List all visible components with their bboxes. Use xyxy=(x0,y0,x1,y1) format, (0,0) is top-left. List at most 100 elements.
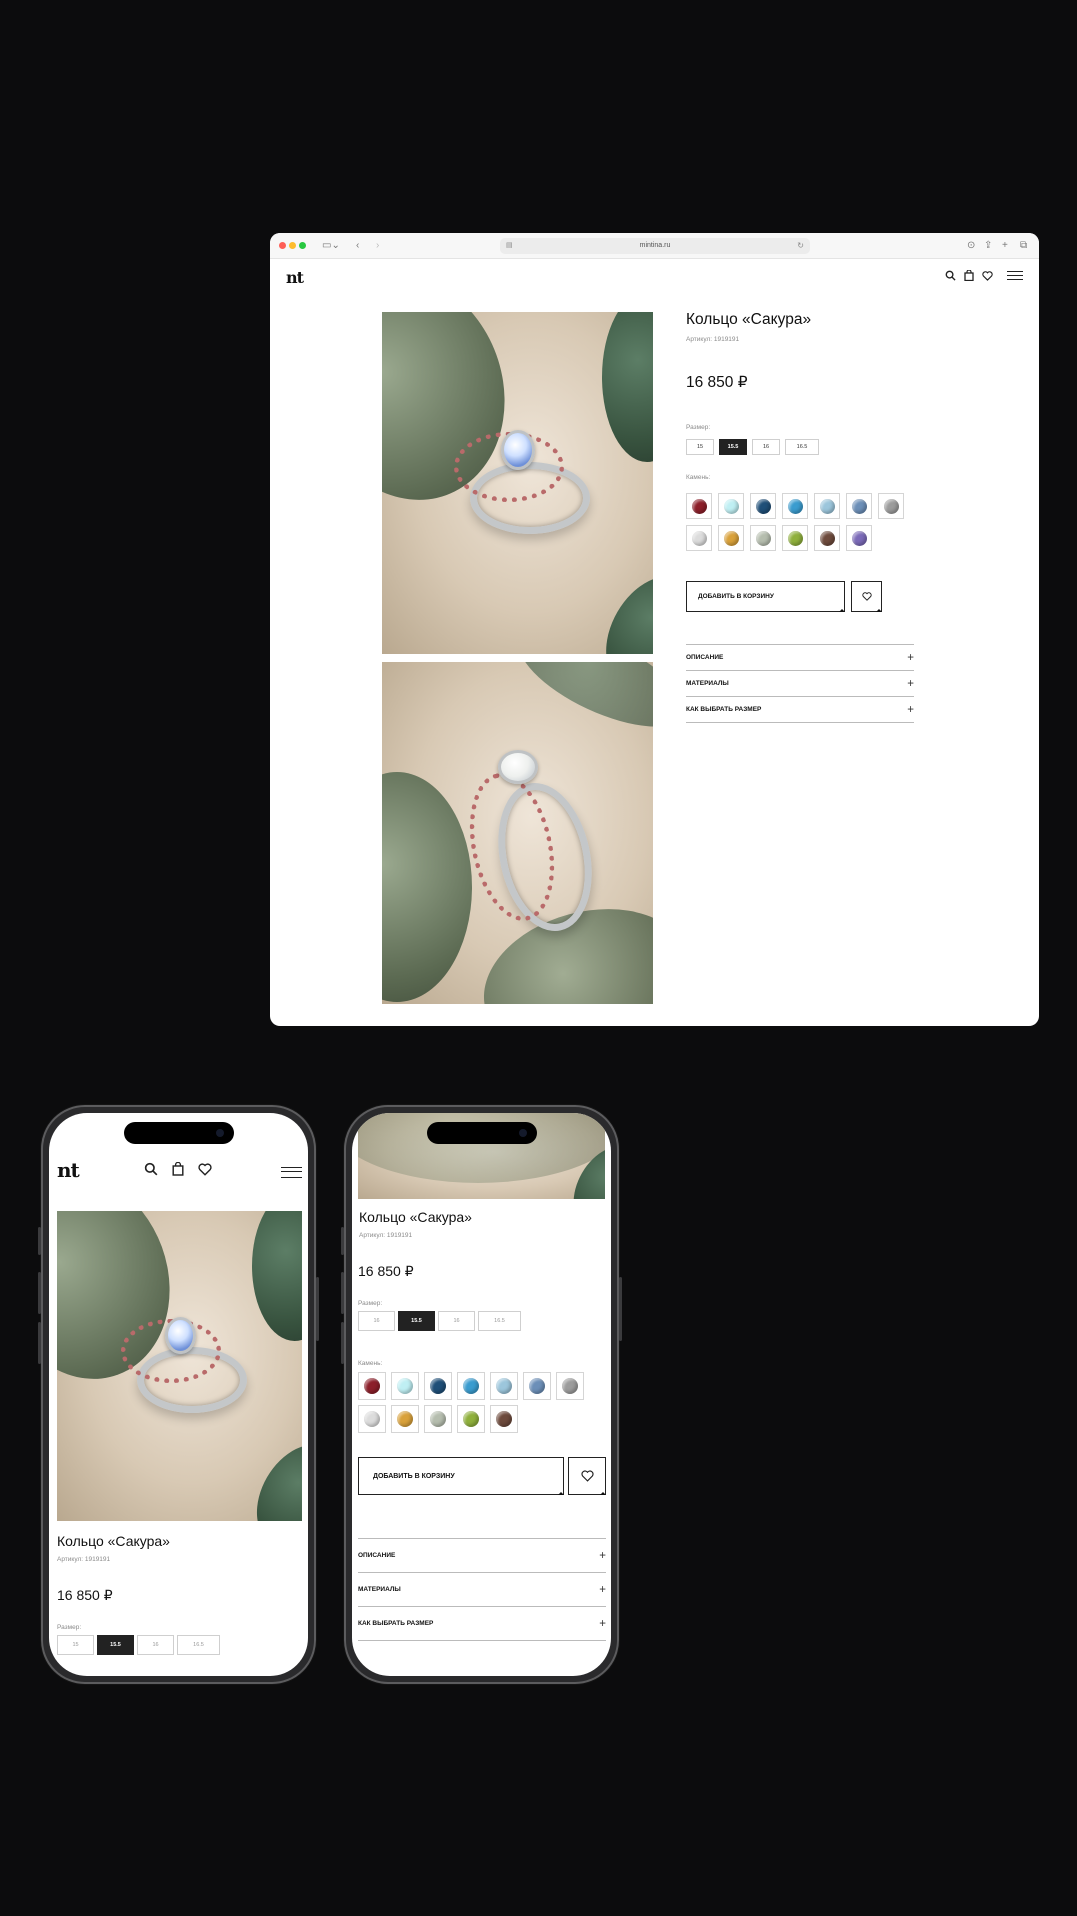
maximize-window-button[interactable] xyxy=(299,242,306,249)
size-option[interactable]: 16 xyxy=(137,1635,174,1655)
size-option[interactable]: 16 xyxy=(752,439,780,455)
accordion-item[interactable]: ОПИСАНИЕ + xyxy=(358,1539,606,1573)
heart-icon[interactable] xyxy=(982,270,993,281)
search-icon[interactable] xyxy=(144,1162,158,1176)
product-photo-2[interactable] xyxy=(382,662,653,1004)
stone-option[interactable] xyxy=(750,525,776,551)
size-option[interactable]: 15.5 xyxy=(719,439,747,455)
add-to-cart-label: ДОБАВИТЬ В КОРЗИНУ xyxy=(698,593,774,600)
gemstone-swatch-icon xyxy=(364,1411,380,1427)
heart-icon[interactable] xyxy=(198,1162,212,1176)
stone-option[interactable] xyxy=(556,1372,584,1400)
site-logo[interactable]: nt xyxy=(286,268,304,287)
plus-icon: + xyxy=(907,703,914,716)
gemstone-swatch-icon xyxy=(851,498,867,514)
stone-option[interactable] xyxy=(523,1372,551,1400)
stone-option[interactable] xyxy=(424,1372,452,1400)
address-bar-url: mintina.ru xyxy=(639,242,671,249)
stone-option[interactable] xyxy=(782,525,808,551)
site-settings-icon[interactable]: ▤ xyxy=(506,238,513,254)
stone-option[interactable] xyxy=(814,493,840,519)
stone-option[interactable] xyxy=(718,493,744,519)
stone-option[interactable] xyxy=(391,1405,419,1433)
phone-side-button xyxy=(341,1227,344,1255)
stone-option[interactable] xyxy=(846,525,872,551)
accordion-item[interactable]: МАТЕРИАЛЫ + xyxy=(358,1573,606,1607)
site-logo[interactable]: nt xyxy=(57,1158,80,1182)
back-arrow-icon[interactable]: ‹ xyxy=(356,239,359,253)
accordion-item[interactable]: МАТЕРИАЛЫ + xyxy=(686,671,914,697)
size-option[interactable]: 16 xyxy=(358,1311,395,1331)
stone-option[interactable] xyxy=(358,1372,386,1400)
stone-option[interactable] xyxy=(490,1405,518,1433)
stone-option[interactable] xyxy=(424,1405,452,1433)
bag-icon[interactable] xyxy=(964,270,974,281)
add-to-favorites-button[interactable] xyxy=(568,1457,606,1495)
stone-option[interactable] xyxy=(457,1372,485,1400)
plus-icon: + xyxy=(599,1583,606,1596)
phone-right-screen: Кольцо «Сакура» Артикул: 1919191 16 850 … xyxy=(352,1113,611,1676)
menu-icon[interactable] xyxy=(1007,271,1023,280)
menu-icon[interactable] xyxy=(281,1167,302,1178)
share-icon[interactable]: ⇪ xyxy=(984,239,992,253)
phone-side-button xyxy=(38,1322,41,1364)
site-header: nt xyxy=(270,259,1039,299)
leaf-image xyxy=(239,1429,302,1521)
stone-option[interactable] xyxy=(878,493,904,519)
size-option[interactable]: 16.5 xyxy=(478,1311,521,1331)
stone-option[interactable] xyxy=(750,493,776,519)
product-photo-1[interactable] xyxy=(57,1211,302,1521)
bag-icon[interactable] xyxy=(172,1162,184,1176)
size-option[interactable]: 15.5 xyxy=(398,1311,435,1331)
phone-left-screen: nt Кольцо «Сакура» Артикул: 1919191 16 8… xyxy=(49,1113,308,1676)
stone-option[interactable] xyxy=(846,493,872,519)
plus-icon: + xyxy=(907,651,914,664)
gemstone-swatch-icon xyxy=(463,1378,479,1394)
product-sku: Артикул: 1919191 xyxy=(57,1556,111,1563)
size-option[interactable]: 16.5 xyxy=(785,439,819,455)
sidebar-toggle-icon[interactable]: ▭⌄ xyxy=(322,239,340,253)
size-option[interactable]: 15.5 xyxy=(97,1635,134,1655)
new-tab-icon[interactable]: + xyxy=(1002,239,1008,253)
reload-icon[interactable]: ↻ xyxy=(797,238,804,254)
gemstone-swatch-icon xyxy=(755,498,771,514)
phone-power-button xyxy=(316,1277,319,1341)
stone-option[interactable] xyxy=(358,1405,386,1433)
product-photo-1[interactable] xyxy=(382,312,653,654)
product-accordion: ОПИСАНИЕ + МАТЕРИАЛЫ + КАК ВЫБРАТЬ РАЗМЕР + xyxy=(358,1538,606,1641)
product-title: Кольцо «Сакура» xyxy=(686,311,812,328)
gemstone-swatch-icon xyxy=(562,1378,578,1394)
stone-option[interactable] xyxy=(686,525,712,551)
size-option[interactable]: 15 xyxy=(57,1635,94,1655)
accordion-item[interactable]: КАК ВЫБРАТЬ РАЗМЕР + xyxy=(686,697,914,723)
accordion-item[interactable]: КАК ВЫБРАТЬ РАЗМЕР + xyxy=(358,1607,606,1641)
stone-option[interactable] xyxy=(718,525,744,551)
gemstone-swatch-icon xyxy=(819,530,835,546)
product-price: 16 850 ₽ xyxy=(57,1587,113,1603)
address-bar[interactable]: ▤ mintina.ru ↻ xyxy=(500,238,810,254)
leaf-image xyxy=(252,1211,302,1341)
size-option[interactable]: 16.5 xyxy=(177,1635,220,1655)
size-label: Размер: xyxy=(57,1624,82,1631)
close-window-button[interactable] xyxy=(279,242,286,249)
stone-option[interactable] xyxy=(391,1372,419,1400)
stone-option[interactable] xyxy=(686,493,712,519)
add-to-cart-button[interactable]: ДОБАВИТЬ В КОРЗИНУ xyxy=(358,1457,564,1495)
stone-option[interactable] xyxy=(814,525,840,551)
stone-option[interactable] xyxy=(457,1405,485,1433)
add-to-favorites-button[interactable] xyxy=(851,581,882,612)
size-option[interactable]: 16 xyxy=(438,1311,475,1331)
size-selector: 16 15.5 16 16.5 xyxy=(358,1311,521,1331)
minimize-window-button[interactable] xyxy=(289,242,296,249)
download-icon[interactable]: ⊙ xyxy=(967,239,975,253)
tab-overview-icon[interactable]: ⧉ xyxy=(1020,239,1027,253)
stone-option[interactable] xyxy=(490,1372,518,1400)
size-option[interactable]: 15 xyxy=(686,439,714,455)
add-to-cart-button[interactable]: ДОБАВИТЬ В КОРЗИНУ xyxy=(686,581,845,612)
size-label: Размер: xyxy=(358,1300,383,1307)
forward-arrow-icon[interactable]: › xyxy=(376,239,379,253)
stone-option[interactable] xyxy=(782,493,808,519)
stone-selector xyxy=(358,1372,588,1433)
accordion-item[interactable]: ОПИСАНИЕ + xyxy=(686,645,914,671)
search-icon[interactable] xyxy=(945,270,956,281)
